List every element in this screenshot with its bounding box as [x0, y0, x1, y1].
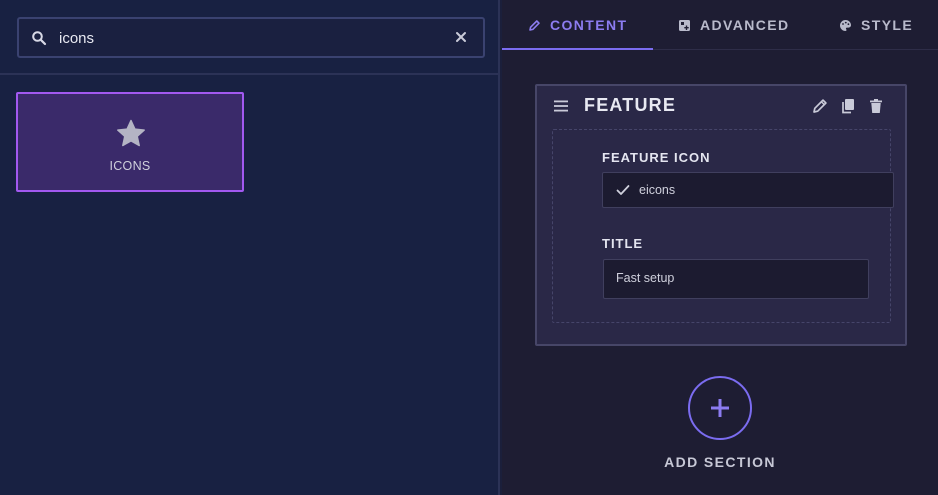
search-box[interactable] [17, 17, 485, 58]
search-input[interactable] [59, 27, 439, 49]
title-label: TITLE [602, 236, 644, 251]
editor-tabs: CONTENT ADVANCED STYLE [502, 0, 938, 50]
title-value: Fast setup [616, 271, 675, 285]
active-tab-indicator [502, 48, 653, 50]
section-title: FEATURE [584, 95, 677, 115]
widget-icons-label: ICONS [109, 159, 151, 173]
tab-content[interactable]: CONTENT [528, 0, 627, 50]
tab-style-label: STYLE [861, 17, 914, 33]
title-input[interactable]: Fast setup [603, 259, 869, 299]
duplicate-icon[interactable] [839, 97, 857, 115]
feature-icon-select[interactable]: eicons [602, 172, 894, 208]
feature-section: FEATURE FEATURE ICON FEATURE ICON [535, 84, 907, 346]
clear-search-icon[interactable] [453, 29, 469, 45]
pencil-icon [529, 19, 540, 31]
tab-advanced-label: ADVANCED [700, 17, 790, 33]
section-header: FEATURE [537, 86, 905, 126]
plus-icon [711, 399, 729, 417]
check-icon [616, 185, 630, 195]
widget-panel: ICONS [0, 0, 500, 495]
edit-icon[interactable] [811, 97, 829, 115]
delete-icon[interactable] [867, 97, 885, 115]
tab-content-label: CONTENT [550, 17, 628, 33]
editor-panel: CONTENT ADVANCED STYLE FEATURE FEATURE I… [502, 0, 938, 495]
widget-icons-card[interactable]: ICONS [16, 92, 244, 192]
star-icon [117, 119, 145, 147]
grid-plus-icon [679, 19, 690, 31]
feature-icon-label-text: FEATURE ICON [602, 150, 711, 165]
tab-advanced[interactable]: ADVANCED [678, 0, 790, 50]
palette-icon [840, 19, 851, 31]
drag-handle-icon[interactable] [553, 99, 569, 113]
search-icon [32, 31, 47, 46]
search-bar-area [0, 0, 500, 75]
add-section-button[interactable] [688, 376, 752, 440]
add-section-label[interactable]: ADD SECTION [502, 454, 938, 470]
tab-style[interactable]: STYLE [839, 0, 913, 50]
feature-icon-value: eicons [639, 183, 676, 197]
